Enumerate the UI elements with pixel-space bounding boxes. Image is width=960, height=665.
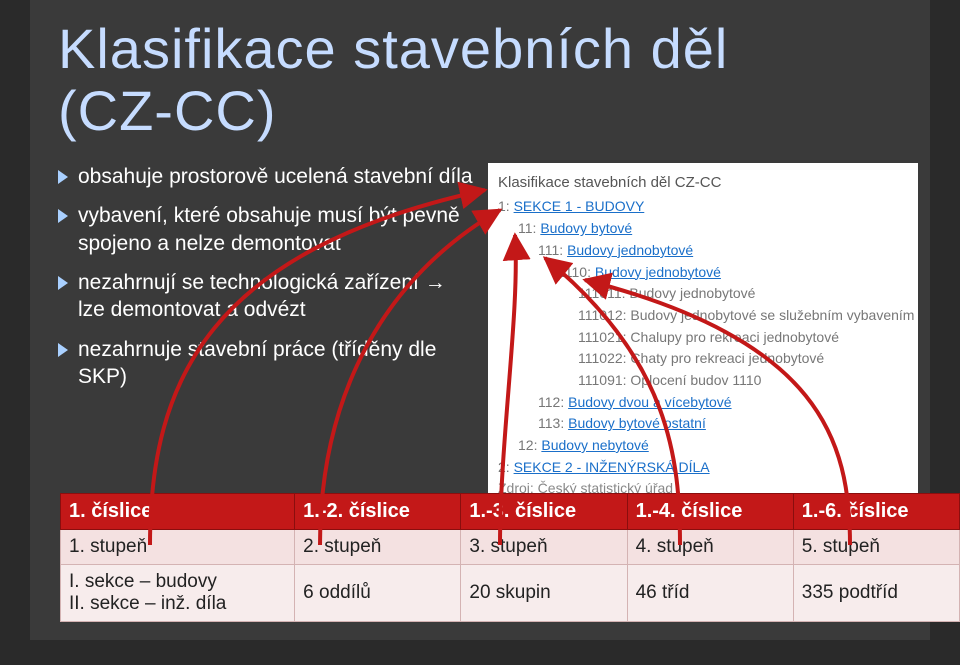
td: 5. stupeň — [793, 530, 959, 565]
classification-tree: Klasifikace stavebních děl CZ-CC 1: SEKC… — [488, 163, 918, 506]
table-header-row: 1. číslice 1.-2. číslice 1.-3. číslice 1… — [61, 494, 960, 530]
td: 6 oddílů — [295, 565, 461, 622]
cell-line: I. sekce – budovy — [69, 571, 286, 593]
th: 1.-6. číslice — [793, 494, 959, 530]
tree-num: 2: — [498, 459, 510, 475]
td: 1. stupeň — [61, 530, 295, 565]
tree-leaf: 111091: Oplocení budov 1110 — [578, 370, 918, 392]
td: 4. stupeň — [627, 530, 793, 565]
tree-link[interactable]: Budovy nebytové — [541, 437, 648, 453]
tree-num: 112: — [538, 394, 564, 410]
tree-link[interactable]: SEKCE 2 - INŽENÝRSKÁ DÍLA — [514, 459, 710, 475]
td: 20 skupin — [461, 565, 627, 622]
tree-num: 113: — [538, 415, 564, 431]
tree-link[interactable]: Budovy dvou a vícebytové — [568, 394, 731, 410]
th: 1. číslice — [61, 494, 295, 530]
bullet-triangle-icon — [58, 170, 68, 184]
td: 46 tříd — [627, 565, 793, 622]
tree-link[interactable]: Budovy bytové — [540, 220, 632, 236]
bullet-triangle-icon — [58, 343, 68, 357]
tree-num: 12: — [518, 437, 537, 453]
title-line1: Klasifikace stavebních děl — [58, 17, 728, 80]
list-item: nezahrnují se technologická zařízení → l… — [58, 269, 478, 324]
tree-heading: Klasifikace stavebních děl CZ-CC — [498, 171, 918, 194]
bullet-text: nezahrnují se technologická zařízení → l… — [78, 269, 478, 324]
tree-num: 1110: — [558, 264, 591, 280]
tree-link[interactable]: SEKCE 1 - BUDOVY — [514, 198, 645, 214]
bullet-triangle-icon — [58, 276, 68, 290]
th: 1.-4. číslice — [627, 494, 793, 530]
td: 335 podtříd — [793, 565, 959, 622]
td: I. sekce – budovy II. sekce – inž. díla — [61, 565, 295, 622]
title-line2: (CZ-CC) — [58, 79, 276, 142]
list-item: vybavení, které obsahuje musí být pevně … — [58, 202, 478, 257]
level-table: 1. číslice 1.-2. číslice 1.-3. číslice 1… — [60, 493, 960, 622]
bullet-triangle-icon — [58, 209, 68, 223]
bullet-text: vybavení, které obsahuje musí být pevně … — [78, 202, 478, 257]
th: 1.-2. číslice — [295, 494, 461, 530]
bullet-text: obsahuje prostorově ucelená stavební díl… — [78, 163, 473, 190]
list-item: nezahrnuje stavební práce (tříděny dle S… — [58, 336, 478, 391]
bullet-text: nezahrnuje stavební práce (tříděny dle S… — [78, 336, 478, 391]
tree-leaf: 111011: Budovy jednobytové — [578, 283, 918, 305]
tree-num: 1: — [498, 198, 510, 214]
td: 2. stupeň — [295, 530, 461, 565]
table-row: I. sekce – budovy II. sekce – inž. díla … — [61, 565, 960, 622]
tree-link[interactable]: Budovy bytové ostatní — [568, 415, 706, 431]
page-title: Klasifikace stavebních děl (CZ-CC) — [58, 18, 930, 141]
td: 3. stupeň — [461, 530, 627, 565]
cell-line: II. sekce – inž. díla — [69, 593, 286, 615]
tree-num: 11: — [518, 220, 536, 236]
bullet-list: obsahuje prostorově ucelená stavební díl… — [58, 163, 478, 506]
th: 1.-3. číslice — [461, 494, 627, 530]
table-row: 1. stupeň 2. stupeň 3. stupeň 4. stupeň … — [61, 530, 960, 565]
list-item: obsahuje prostorově ucelená stavební díl… — [58, 163, 478, 190]
tree-link[interactable]: Budovy jednobytové — [595, 264, 721, 280]
tree-leaf: 111012: Budovy jednobytové se služebním … — [578, 305, 918, 327]
tree-link[interactable]: Budovy jednobytové — [567, 242, 693, 258]
tree-num: 111: — [538, 242, 563, 258]
tree-leaf: 111021: Chalupy pro rekreaci jednobytové — [578, 327, 918, 349]
tree-leaf: 111022: Chaty pro rekreaci jednobytové — [578, 348, 918, 370]
